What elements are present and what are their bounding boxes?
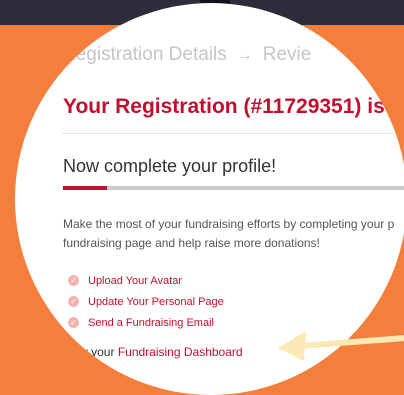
dashboard-prefix: View your: [62, 345, 115, 359]
profile-description-line-1: Make the most of your fundraising effort…: [63, 217, 395, 231]
fundraising-dashboard-link[interactable]: Fundraising Dashboard: [118, 345, 243, 359]
profile-task-list: ✓ Upload Your Avatar ✓ Update Your Perso…: [68, 270, 224, 333]
profile-description-line-2: fundraising page and help raise more don…: [63, 236, 320, 250]
step-breadcrumb: Registration Details → Revie: [62, 44, 311, 66]
registration-headline: Your Registration (#11729351) is C: [63, 95, 404, 118]
task-send-fundraising-email[interactable]: ✓ Send a Fundraising Email: [68, 312, 224, 333]
check-circle-icon: ✓: [68, 317, 79, 328]
profile-progress-bar: [63, 186, 404, 190]
registration-panel: Registration Details → Revie Your Registra…: [15, 3, 404, 395]
spotlight-circle: Registration Details → Revie Your Registra…: [15, 3, 404, 395]
dashboard-prompt: View your Fundraising Dashboard: [62, 345, 243, 359]
check-circle-icon: ✓: [68, 296, 79, 307]
check-circle-icon: ✓: [68, 275, 79, 286]
arrow-right-icon: →: [236, 47, 253, 64]
task-upload-avatar[interactable]: ✓ Upload Your Avatar: [68, 270, 224, 291]
profile-description: Make the most of your fundraising effort…: [63, 215, 404, 253]
step-review: Revie: [262, 44, 312, 65]
profile-title: Now complete your profile!: [63, 156, 277, 176]
profile-progress-fill: [63, 186, 108, 190]
task-upload-avatar-link[interactable]: Upload Your Avatar: [88, 275, 182, 287]
divider: [62, 133, 404, 134]
step-registration-details: Registration Details: [62, 44, 227, 65]
task-update-personal-page[interactable]: ✓ Update Your Personal Page: [68, 291, 224, 312]
task-update-personal-page-link[interactable]: Update Your Personal Page: [88, 296, 224, 308]
task-send-fundraising-email-link[interactable]: Send a Fundraising Email: [88, 317, 214, 329]
